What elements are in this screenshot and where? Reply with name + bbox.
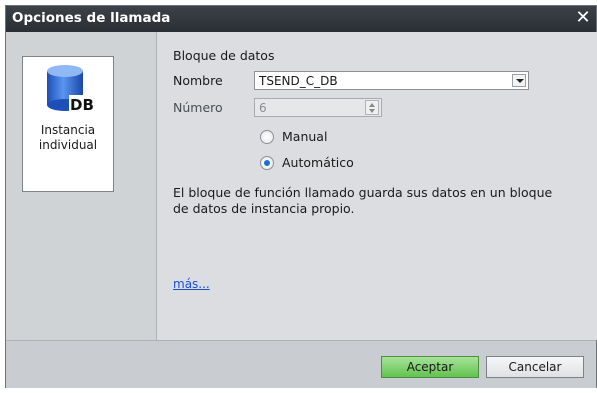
number-spinbox[interactable]: 6	[254, 98, 382, 117]
call-type-panel: DB Instancia individual	[6, 32, 157, 340]
radio-automatic[interactable]	[260, 156, 274, 170]
cancel-button[interactable]: Cancelar	[486, 356, 584, 378]
more-link[interactable]: más...	[173, 277, 210, 291]
description-line1: El bloque de función llamado guarda sus …	[173, 185, 553, 200]
single-instance-option[interactable]: DB Instancia individual	[22, 56, 114, 192]
db-cylinder-icon: DB	[47, 65, 95, 114]
call-options-dialog: Opciones de llamada ✕ DB Instancia indiv…	[5, 5, 597, 388]
close-icon[interactable]: ✕	[573, 8, 593, 28]
description-line2: de datos de instancia propio.	[173, 201, 355, 216]
option-label-line1: Instancia	[40, 123, 96, 137]
number-label: Número	[173, 100, 223, 115]
radio-manual-label[interactable]: Manual	[282, 129, 327, 144]
dialog-title: Opciones de llamada	[12, 10, 171, 26]
radio-manual[interactable]	[260, 130, 274, 144]
section-title: Bloque de datos	[173, 48, 275, 63]
name-combobox[interactable]: TSEND_C_DB	[254, 71, 529, 90]
name-label: Nombre	[173, 73, 223, 88]
option-label-line2: individual	[38, 138, 98, 152]
ok-button[interactable]: Aceptar	[381, 356, 479, 378]
number-value: 6	[259, 101, 267, 115]
title-bar[interactable]: Opciones de llamada ✕	[6, 6, 596, 32]
description-text: El bloque de función llamado guarda sus …	[173, 185, 583, 217]
db-icon-text: DB	[70, 96, 94, 114]
options-content: Bloque de datos Nombre TSEND_C_DB Número…	[157, 32, 597, 340]
name-value: TSEND_C_DB	[259, 74, 338, 88]
chevron-down-icon[interactable]	[512, 74, 526, 87]
dialog-footer: Aceptar Cancelar	[6, 340, 596, 388]
radio-automatic-label[interactable]: Automático	[282, 155, 354, 170]
option-label: Instancia individual	[23, 123, 113, 153]
spin-arrows-icon[interactable]	[365, 100, 379, 115]
